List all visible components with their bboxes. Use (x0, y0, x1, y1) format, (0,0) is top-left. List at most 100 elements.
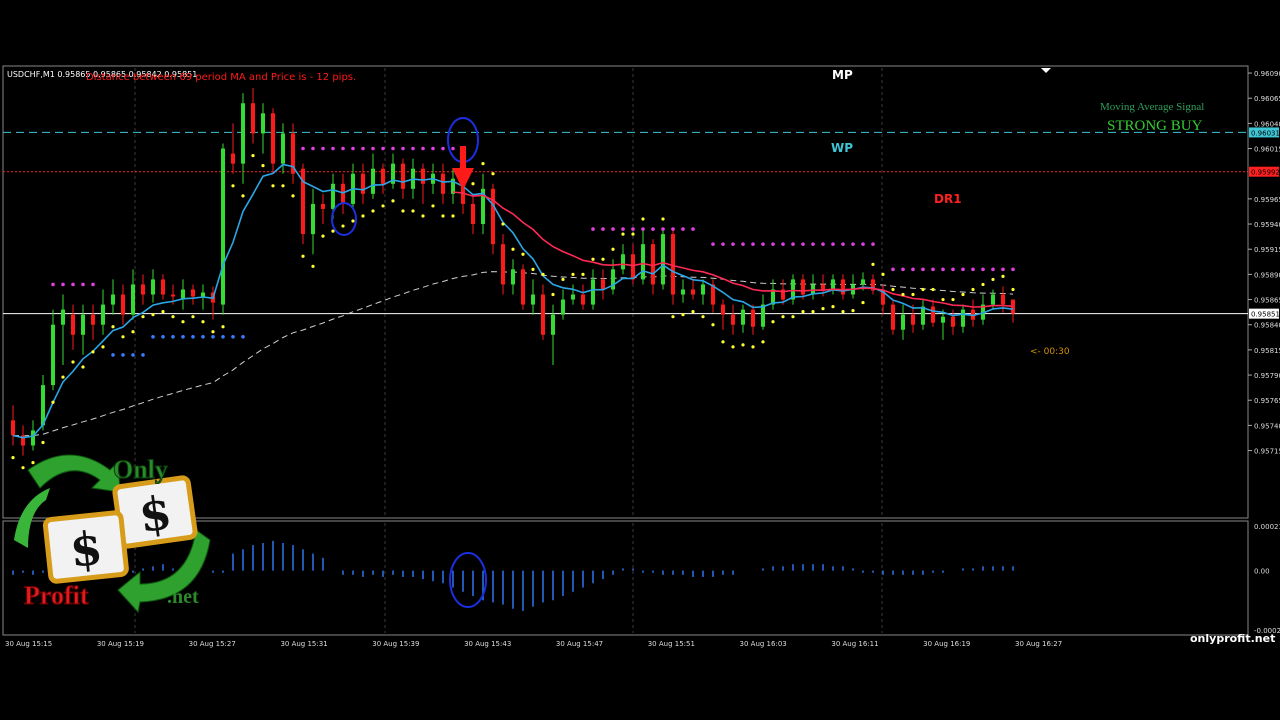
sar-dot (931, 287, 935, 292)
osc-tick-label: 0.00 (1254, 568, 1270, 576)
sar-dot (71, 360, 75, 364)
site-watermark: onlyprofit.net (1190, 632, 1275, 645)
price-highlight-label: 0.96031 (1251, 129, 1280, 137)
candle-body (741, 309, 745, 325)
price-tick-label: 0.95815 (1254, 347, 1280, 355)
sar-dot (721, 340, 725, 344)
candle-body (251, 103, 255, 134)
sar-dot (511, 247, 515, 251)
sar-dot (791, 315, 795, 319)
pivot-dot (961, 267, 965, 272)
sar-dot (751, 345, 755, 349)
sar-dot (11, 456, 15, 460)
price-tick-label: 0.96015 (1254, 146, 1280, 154)
sar-dot (211, 330, 215, 334)
sar-dot (551, 292, 555, 297)
candle-body (261, 113, 265, 134)
sar-dot (941, 297, 945, 302)
logo-text-only: Only (113, 455, 168, 484)
pivot-dot (861, 242, 865, 246)
sar-dot (731, 345, 735, 349)
sar-dot (641, 217, 645, 221)
candle-body (271, 113, 275, 164)
price-highlight-label: 0.95992 (1251, 169, 1280, 177)
candle-body (111, 294, 115, 305)
sar-dot (871, 262, 875, 266)
pivot-dot (381, 146, 385, 151)
pivot-dot (871, 242, 875, 246)
candle-body (1001, 294, 1005, 305)
candle-body (631, 254, 635, 280)
pivot-dot (731, 242, 735, 246)
pivot-dot (681, 227, 685, 231)
time-tick-label: 30 Aug 16:27 (1015, 640, 1062, 648)
candle-body (621, 254, 625, 270)
pivot-dot (91, 282, 95, 287)
candle-body (541, 294, 545, 335)
sar-dot (851, 309, 855, 313)
pivot-dot (301, 146, 305, 151)
time-tick-label: 30 Aug 15:27 (189, 640, 236, 648)
candle-body (721, 304, 725, 315)
pivot-dot (801, 242, 805, 246)
sar-dot (661, 217, 665, 221)
candle-body (401, 163, 405, 189)
pivot-dot (81, 282, 85, 287)
pivot-dot (351, 146, 355, 151)
sar-dot (601, 257, 605, 261)
pivot-dot (61, 282, 65, 287)
sar-dot (431, 204, 435, 208)
candle-body (161, 279, 165, 295)
sar-dot (981, 282, 985, 287)
time-tick-label: 30 Aug 15:15 (5, 640, 52, 648)
pivot-dot (641, 227, 645, 231)
candle-body (551, 314, 555, 335)
time-tick-label: 30 Aug 15:43 (464, 640, 511, 648)
pivot-dot (991, 267, 995, 272)
sar-dot (611, 247, 615, 251)
pivot-dot (761, 242, 765, 246)
candle-body (901, 314, 905, 330)
candle-body (831, 279, 835, 290)
indicator-signal: STRONG BUY (1107, 118, 1203, 134)
candle-body (321, 203, 325, 209)
pivot-dot (831, 242, 835, 246)
price-highlight-label: 0.95851 (1251, 311, 1280, 319)
candle-body (991, 294, 995, 305)
level-label-wp: WP (831, 141, 853, 155)
sar-dot (761, 340, 765, 344)
pivot-dot (321, 146, 325, 151)
price-tick-label: 0.95965 (1254, 196, 1280, 204)
sar-dot (901, 292, 905, 297)
candle-body (651, 244, 655, 285)
price-tick-label: 0.96065 (1254, 95, 1280, 103)
sar-dot (401, 209, 405, 213)
support-dot (221, 335, 225, 339)
candle-body (591, 279, 595, 305)
candle-body (501, 244, 505, 285)
pivot-dot (1011, 267, 1015, 272)
sar-dot (131, 330, 135, 334)
sar-dot (381, 204, 385, 208)
candle-body (571, 294, 575, 300)
pivot-dot (671, 227, 675, 231)
candle-body (891, 304, 895, 330)
candle-body (241, 103, 245, 164)
candle-body (341, 183, 345, 204)
candle-body (531, 294, 535, 305)
support-dot (211, 335, 215, 339)
candle-body (151, 279, 155, 295)
sar-dot (281, 184, 285, 188)
pivot-dot (1001, 267, 1005, 272)
sar-dot (81, 365, 85, 369)
candle-body (521, 269, 525, 305)
pivot-dot (591, 227, 595, 231)
sar-dot (691, 310, 695, 314)
pivot-dot (841, 242, 845, 246)
pivot-dot (971, 267, 975, 272)
sell-arrow-shaft (460, 146, 466, 170)
pivot-dot (931, 267, 935, 272)
pivot-dot (361, 146, 365, 151)
sar-dot (241, 194, 245, 198)
sar-dot (371, 209, 375, 213)
